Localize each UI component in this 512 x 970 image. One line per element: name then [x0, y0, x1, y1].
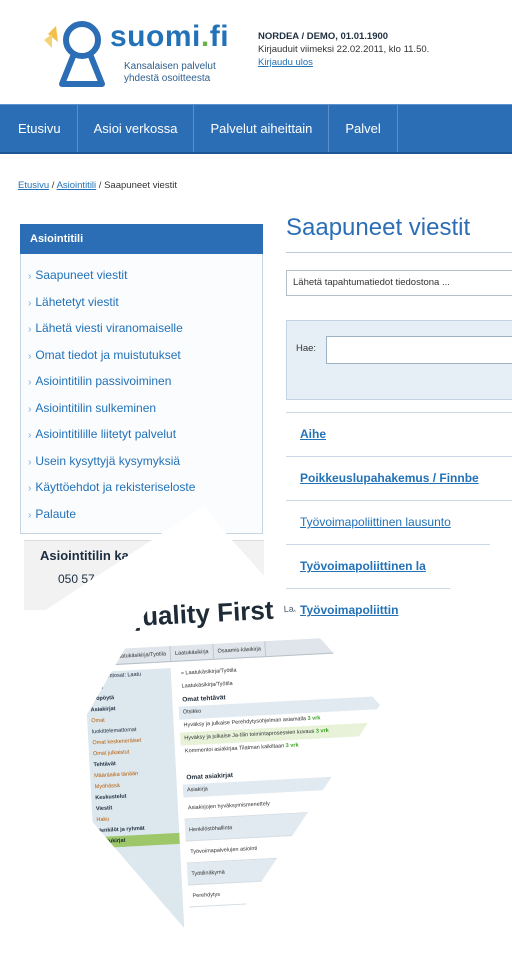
sidebar-item-ukk[interactable]: › Usein kysyttyjä kysymyksiä [28, 448, 268, 475]
session-last-login: Kirjauduit viimeksi 22.02.2011, klo 11.5… [258, 44, 430, 55]
tab-tyotila[interactable]: Laatukäsikirja/Työtila [110, 646, 172, 665]
breadcrumb-home-link[interactable]: Etusivu [18, 180, 49, 191]
logo-tagline: Kansalaisen palvelut yhdestä osoitteesta [124, 61, 216, 84]
sidebar-title: Asiointitili [20, 224, 263, 254]
row-text: » Laatukäsikirja/Työtila [180, 667, 237, 677]
due-badge: 3 vrk [307, 715, 321, 722]
main-navigation: Etusivu Asioi verkossa Palvelut aiheitta… [0, 104, 512, 154]
breadcrumb-current: Saapuneet viestit [104, 180, 177, 191]
send-events-select[interactable]: Lähetä tapahtumatiedot tiedostona ... [286, 270, 512, 296]
contact-phone: 050 57 [58, 572, 95, 586]
row-text: Työvoimapalvelujen asiointi [190, 845, 258, 856]
sidebar-item-saapuneet-viestit[interactable]: › Saapuneet viestit [28, 262, 268, 289]
sidebar-item-lahetetyt-viestit[interactable]: › Lähetetyt viestit [28, 289, 268, 316]
sidebar-item-omat-tiedot[interactable]: › Omat tiedot ja muistutukset [28, 342, 268, 369]
session-info: NORDEA / DEMO, 01.01.1900 Kirjauduit vii… [258, 30, 429, 69]
chevron-right-icon: › [28, 509, 32, 521]
tab-osaamiskasikirja[interactable]: Osaamis-käsikirja [213, 641, 267, 659]
search-label: Hae: [296, 343, 317, 354]
sidebar-item-kayttoehdot[interactable]: › Käyttöehdot ja rekisteriseloste [28, 474, 268, 501]
app-main: » Laatukäsikirja/Työtila Laatukäsikirja/T… [176, 656, 380, 958]
chevron-right-icon: › [28, 297, 32, 309]
title-divider [286, 252, 512, 253]
brand-title: Quality First [121, 594, 275, 633]
nav-item-palvelut[interactable]: Palvel [329, 105, 398, 152]
row-text: Työtilinäkymä [191, 869, 225, 878]
message-list: Aihe Poikkeuslupahakemus / Finnbe Työvoi… [286, 412, 512, 632]
chevron-right-icon: › [28, 271, 32, 282]
chevron-right-icon: › [28, 377, 32, 388]
row-text: Kommentoi asiakirjaa Tilatman kaikiltaan [184, 743, 285, 755]
nav-item-etusivu[interactable]: Etusivu [0, 105, 78, 152]
tab-laatukasikirja[interactable]: Laatukäsikirja [170, 643, 214, 662]
quality-first-logo-icon [93, 606, 119, 633]
row-text: Laatukäsikirja/Työtila [181, 680, 233, 690]
site-header: suomi.fi Kansalaisen palvelut yhdestä os… [0, 0, 512, 100]
logout-link[interactable]: Kirjaudu ulos [258, 56, 429, 69]
message-row[interactable]: Poikkeuslupahakemus / Finnbe [286, 456, 512, 500]
chevron-right-icon: › [28, 456, 32, 468]
logo-wordmark[interactable]: suomi.fi [110, 20, 229, 54]
due-badge: 3 vrk [285, 742, 299, 750]
row-text: Omat tehtävät [182, 694, 226, 704]
chevron-right-icon: › [28, 324, 32, 335]
row-text: Henkilöstöhallinta [188, 825, 233, 834]
brand-vendor: Docmedia [120, 594, 153, 604]
session-user: NORDEA / DEMO, 01.01.1900 [258, 31, 389, 42]
row-text: Omat asiakirjat [186, 771, 234, 782]
chevron-right-icon: › [28, 483, 32, 494]
search-input[interactable] [326, 336, 512, 364]
nav-item-asioi-verkossa[interactable]: Asioi verkossa [78, 105, 195, 152]
row-text: Otsikko [182, 708, 202, 716]
page-title: Saapuneet viestit [286, 214, 471, 241]
row-text: Asiakirja [186, 786, 208, 794]
row-text: Perehdytys [192, 891, 221, 900]
chevron-right-icon: › [28, 403, 32, 415]
message-row[interactable]: Työvoimapoliittinen la [286, 544, 512, 588]
chevron-right-icon: › [28, 350, 32, 362]
nav-item-palvelut-aiheittain[interactable]: Palvelut aiheittain [194, 105, 330, 152]
sidebar-item-palaute[interactable]: › Palaute [28, 501, 268, 528]
breadcrumb-section-link[interactable]: Asiointitili [57, 180, 97, 191]
message-row[interactable]: Työvoimapoliittinen lausunto [286, 500, 512, 544]
due-badge: 3 vrk [315, 727, 329, 735]
contact-title: Asiointitilin ka [40, 548, 129, 563]
sidebar-menu: › Saapuneet viestit › Lähetetyt viestit › L… [28, 262, 268, 527]
tab-etusivu[interactable]: Etusivu [83, 649, 112, 666]
chevron-right-icon: › [28, 430, 32, 441]
sidebar-item-laheta-viesti[interactable]: › Lähetä viesti viranomaiselle [28, 315, 268, 342]
column-header-subject[interactable]: Aihe [286, 412, 512, 456]
message-row[interactable]: Työvoimapoliittin [286, 588, 512, 632]
row-text: Asiakirjojen hyväksymismenettely [187, 801, 270, 812]
suomi-logo-icon[interactable] [38, 12, 108, 92]
app-sidebar: Aktiviteettiosat: Laatu kaikki Työpöytä Asi… [84, 668, 188, 958]
sidebar-item-sulkeminen[interactable]: › Asiointitilin sulkeminen [28, 395, 268, 422]
sidebar-item-liitetyt-palvelut[interactable]: › Asiointitilille liitetyt palvelut [28, 421, 268, 448]
sidebar-item-passivoiminen[interactable]: › Asiointitilin passivoiminen [28, 368, 268, 395]
breadcrumb: Etusivu / Asiointitili / Saapuneet viest… [18, 180, 177, 191]
